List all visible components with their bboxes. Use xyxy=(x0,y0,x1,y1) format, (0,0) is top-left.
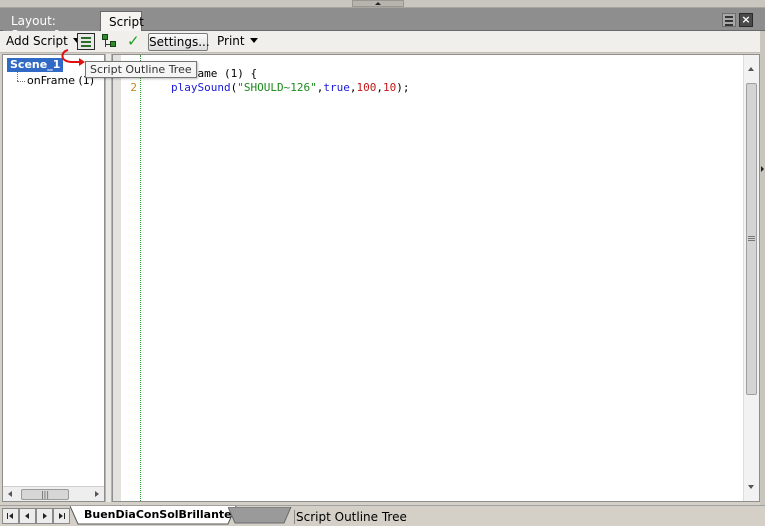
print-dropdown[interactable]: Print xyxy=(217,34,258,48)
scrollbar-thumb[interactable]: ||| xyxy=(21,489,69,500)
script-tree-panel: Scene_1 onFrame (1) ||| xyxy=(2,54,105,502)
previous-tab-icon[interactable] xyxy=(19,508,36,524)
code-comma: , xyxy=(376,81,383,94)
scroll-down-icon[interactable] xyxy=(748,485,754,489)
scroll-left-icon[interactable] xyxy=(8,491,12,497)
line-numbers: 1 2 xyxy=(121,55,141,501)
top-drag-strip[interactable] xyxy=(0,0,765,8)
document-tab-bar: BuenDiaConSolBrillante* Script Outline T… xyxy=(0,505,765,526)
code-string: "SHOULD~126" xyxy=(237,81,317,94)
script-toolbar: Add Script ✓ Settings... Print xyxy=(0,31,760,53)
collapse-panel-grip[interactable] xyxy=(352,0,404,7)
check-syntax-icon[interactable]: ✓ xyxy=(127,32,140,50)
next-tab-icon[interactable] xyxy=(36,508,53,524)
document-tab-label: BuenDiaConSolBrillante* xyxy=(84,508,238,521)
scrollbar-thumb[interactable] xyxy=(746,83,757,395)
print-label: Print xyxy=(217,34,245,48)
tree-connector xyxy=(17,81,25,82)
empty-document-tab[interactable] xyxy=(228,507,292,524)
chevron-down-icon xyxy=(249,38,258,43)
red-annotation-arrow xyxy=(61,49,85,66)
tree-item-scene[interactable]: Scene_1 xyxy=(7,58,64,72)
code-editor[interactable]: 1 2 onFrame (1) { playSound("SHOULD~126"… xyxy=(112,54,760,502)
tree-horizontal-scrollbar[interactable]: ||| xyxy=(3,486,104,501)
tree-nodes-icon[interactable] xyxy=(101,33,118,50)
right-panel-edge[interactable] xyxy=(760,31,765,506)
code-text: (1) { xyxy=(217,67,258,80)
code-number: 100 xyxy=(356,81,377,94)
status-text: Script Outline Tree xyxy=(294,510,407,524)
add-script-label: Add Script xyxy=(6,34,68,48)
scroll-up-icon[interactable] xyxy=(748,67,754,71)
code-number: 10 xyxy=(382,81,397,94)
add-script-dropdown[interactable]: Add Script xyxy=(6,34,81,48)
scroll-right-icon[interactable] xyxy=(95,491,99,497)
line-number: 2 xyxy=(130,81,137,94)
close-icon[interactable]: × xyxy=(739,13,753,27)
tree-item-onframe[interactable]: onFrame (1) xyxy=(27,74,94,87)
code-boolean: true xyxy=(323,81,350,94)
expand-arrow-icon[interactable] xyxy=(761,166,764,172)
tab-script[interactable]: Script xyxy=(100,11,144,31)
first-tab-icon[interactable] xyxy=(2,508,19,524)
tree-connector xyxy=(17,72,18,81)
tab-layout[interactable]: Layout: Scene_1 xyxy=(3,11,99,42)
code-paren: ); xyxy=(396,81,410,94)
editor-gutter xyxy=(113,55,121,501)
editor-vertical-scrollbar[interactable] xyxy=(743,55,759,501)
panel-menu-icon[interactable] xyxy=(722,13,736,27)
tab-bar: Layout: Scene_1 Script × xyxy=(0,8,765,42)
settings-button[interactable]: Settings... xyxy=(148,33,210,51)
document-tab[interactable]: BuenDiaConSolBrillante* xyxy=(70,506,238,525)
tooltip: Script Outline Tree xyxy=(85,61,197,78)
code-function: playSound xyxy=(171,81,231,94)
last-tab-icon[interactable] xyxy=(53,508,70,524)
panel-splitter[interactable] xyxy=(105,54,112,502)
code-line: playSound("SHOULD~126",true,100,10); xyxy=(171,81,409,94)
